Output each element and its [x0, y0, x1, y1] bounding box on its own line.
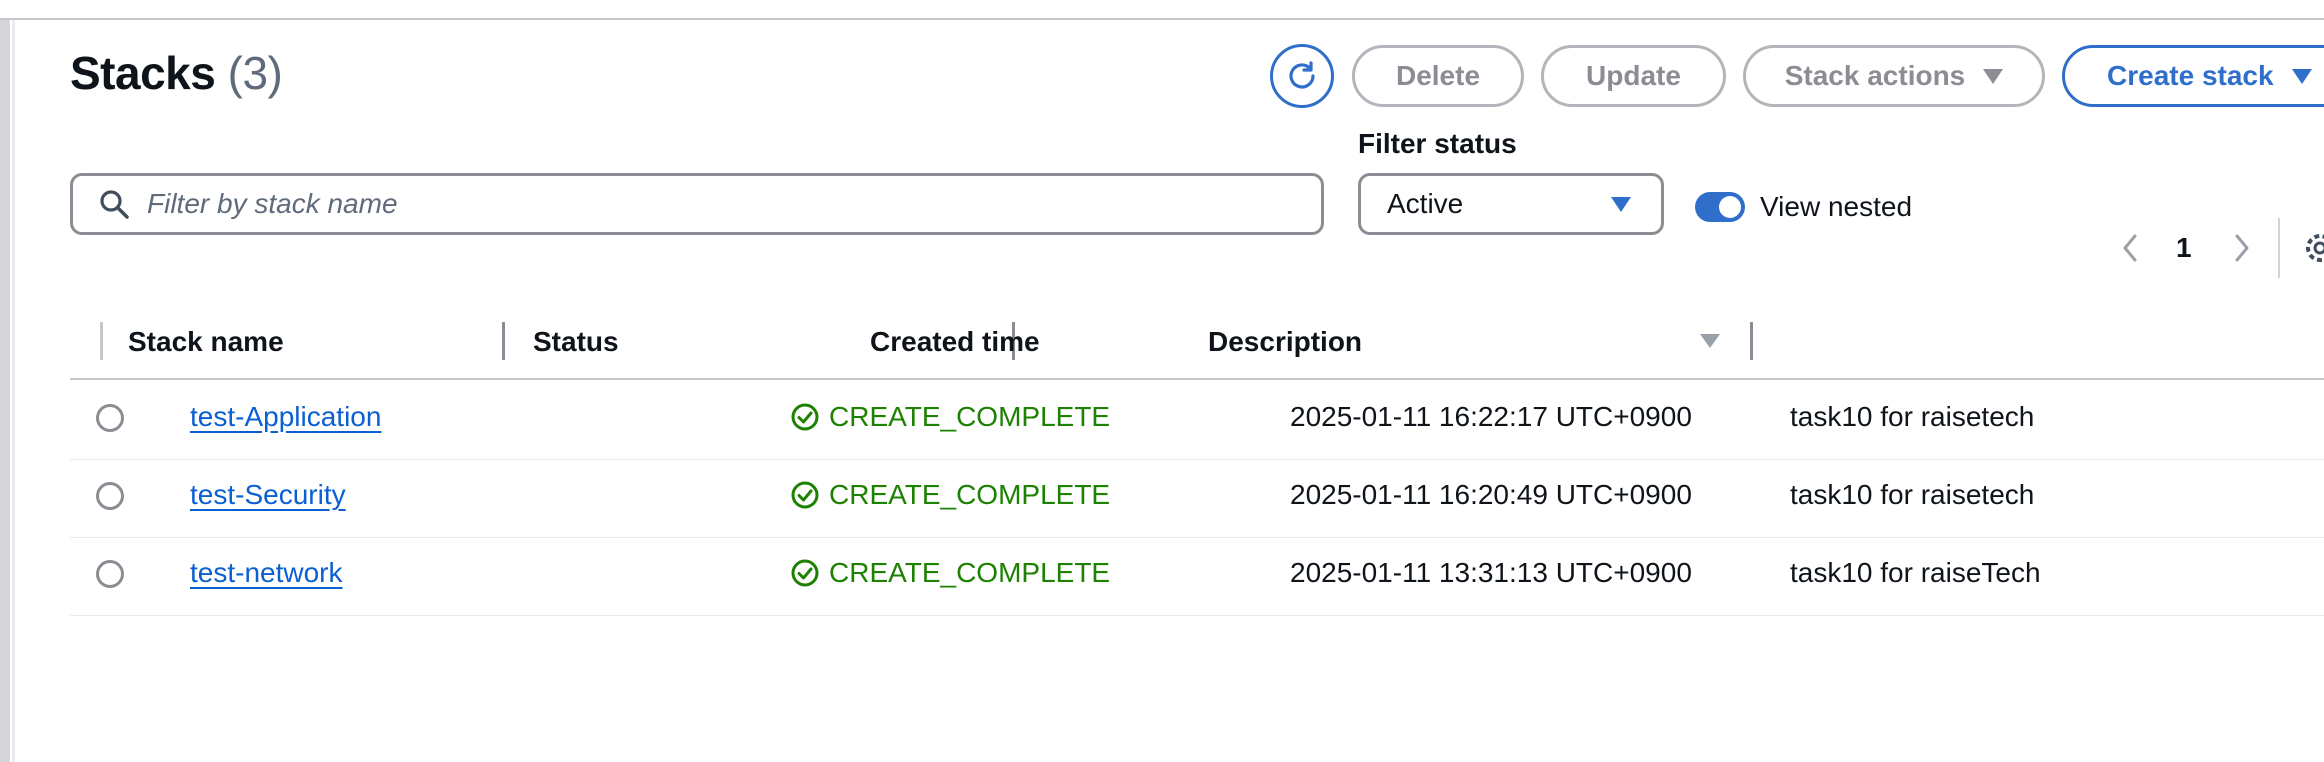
- column-header-status[interactable]: Status: [533, 322, 619, 362]
- create-stack-button[interactable]: Create stack: [2062, 45, 2324, 107]
- stack-count: (3): [227, 47, 283, 99]
- stack-description: task10 for raisetech: [1790, 401, 2035, 432]
- created-time: 2025-01-11 13:31:13 UTC+0900: [1290, 557, 1692, 588]
- column-header-created-time[interactable]: Created time: [870, 322, 1040, 362]
- caret-down-icon: [1983, 68, 2004, 84]
- filter-status-label: Filter status: [1358, 128, 1517, 159]
- stack-name-link[interactable]: test-Security: [190, 479, 346, 511]
- search-input[interactable]: [145, 187, 1249, 221]
- caret-down-icon: [2291, 68, 2312, 84]
- check-circle-icon: [791, 403, 819, 431]
- stack-status: CREATE_COMPLETE: [790, 401, 1110, 433]
- table-header: Stack name Status Created time Descripti…: [70, 322, 2324, 380]
- created-time: 2025-01-11 16:22:17 UTC+0900: [1290, 401, 1692, 432]
- pager-divider: [2278, 218, 2280, 278]
- stack-status: CREATE_COMPLETE: [790, 557, 1110, 589]
- page-title: Stacks (3): [70, 46, 283, 100]
- column-resizer[interactable]: [502, 322, 505, 360]
- left-divider: [12, 20, 15, 762]
- next-page-button[interactable]: [2232, 228, 2252, 268]
- previous-page-button[interactable]: [2120, 228, 2140, 268]
- column-divider: [100, 322, 103, 360]
- stack-description: task10 for raiseTech: [1790, 557, 2041, 588]
- column-header-description[interactable]: Description: [1208, 322, 1362, 362]
- caret-down-icon: [1611, 196, 1631, 212]
- filter-status-value: Active: [1387, 188, 1464, 219]
- table-row[interactable]: test-Security CREATE_COMPLETE 2025-01-11…: [70, 459, 2324, 538]
- check-circle-icon: [791, 559, 819, 587]
- view-nested-toggle[interactable]: [1695, 192, 1745, 222]
- refresh-button[interactable]: [1270, 44, 1334, 108]
- stack-status-text: CREATE_COMPLETE: [829, 401, 1111, 432]
- chevron-right-icon: [2235, 234, 2249, 262]
- row-select-radio[interactable]: [96, 560, 124, 588]
- top-divider: [0, 18, 2324, 20]
- stacks-page: Stacks (3) Delete Update Stack actions C…: [0, 0, 2324, 762]
- create-stack-label: Create stack: [2107, 60, 2274, 91]
- row-select-radio[interactable]: [96, 404, 124, 432]
- table-row[interactable]: test-Application CREATE_COMPLETE 2025-01…: [70, 381, 2324, 460]
- filter-status-select[interactable]: Active: [1358, 173, 1664, 235]
- row-select-radio[interactable]: [96, 482, 124, 510]
- view-nested-label: View nested: [1760, 191, 1913, 222]
- stack-status-text: CREATE_COMPLETE: [829, 557, 1111, 588]
- stack-status: CREATE_COMPLETE: [790, 479, 1110, 511]
- refresh-icon: [1289, 61, 1315, 89]
- stack-actions-button[interactable]: Stack actions: [1743, 45, 2045, 107]
- search-box[interactable]: [70, 173, 1324, 235]
- stack-description: task10 for raisetech: [1790, 479, 2035, 510]
- stack-name-link[interactable]: test-network: [190, 557, 343, 589]
- update-button[interactable]: Update: [1541, 45, 1726, 107]
- search-icon: [100, 190, 129, 219]
- current-page-number[interactable]: 1: [2176, 232, 2192, 264]
- table-row[interactable]: test-network CREATE_COMPLETE 2025-01-11 …: [70, 537, 2324, 616]
- delete-button[interactable]: Delete: [1352, 45, 1524, 107]
- column-header-stack-name[interactable]: Stack name: [128, 322, 284, 362]
- sort-descending-icon[interactable]: [1700, 334, 1720, 348]
- page-title-text: Stacks: [70, 47, 216, 99]
- chevron-left-icon: [2123, 234, 2137, 262]
- toggle-knob: [1719, 196, 1741, 218]
- gear-icon[interactable]: [2300, 228, 2324, 268]
- left-scrollbar[interactable]: [0, 20, 10, 762]
- stack-status-text: CREATE_COMPLETE: [829, 479, 1111, 510]
- check-circle-icon: [791, 481, 819, 509]
- column-resizer[interactable]: [1750, 322, 1753, 360]
- stack-name-link[interactable]: test-Application: [190, 401, 381, 433]
- stack-actions-label: Stack actions: [1784, 60, 1966, 91]
- created-time: 2025-01-11 16:20:49 UTC+0900: [1290, 479, 1692, 510]
